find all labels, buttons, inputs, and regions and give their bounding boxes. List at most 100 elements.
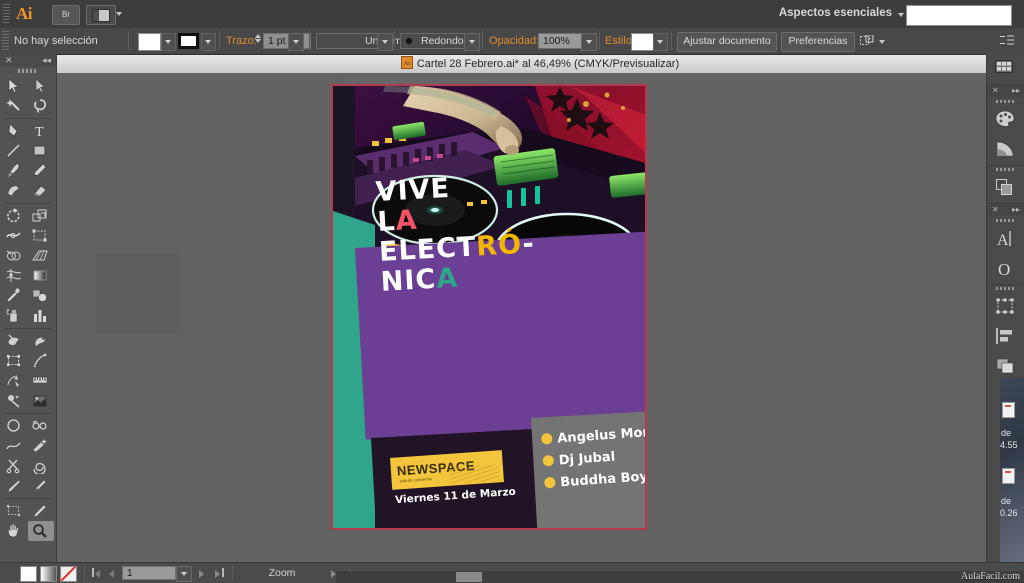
current-tool-label[interactable]: Zoom [232,567,332,579]
width-tool[interactable] [2,226,28,246]
pencil-tool[interactable] [28,161,54,181]
tools-panel-header[interactable]: ✕ ◂◂ [0,54,56,67]
transform-anchor-icon[interactable] [860,34,874,50]
measure-tool[interactable] [28,371,54,391]
line-segment-tool[interactable] [2,141,28,161]
scale-tool[interactable] [28,206,54,226]
knife-tool[interactable] [2,476,28,496]
collapse-icon[interactable]: ◂◂ [42,56,51,65]
fit-document-button[interactable]: Ajustar documento [677,32,777,52]
scissors-tool[interactable] [2,456,28,476]
magic-wand-tool[interactable] [2,96,28,116]
document-tab[interactable]: Cartel 28 Febrero.ai* al 46,49% (CMYK/Pr… [56,55,1024,73]
control-panel-menu-icon[interactable] [1000,35,1014,49]
color-panel-header[interactable]: ✕ ▸▸ [987,85,1024,97]
transparency-panel[interactable] [987,173,1024,203]
glasses-tool[interactable] [28,416,54,436]
smooth-tool[interactable] [2,436,28,456]
gradient-indicator[interactable] [40,566,57,582]
preferences-button[interactable]: Preferencias [781,32,855,52]
next-artboard-button[interactable] [196,567,207,579]
panel-drag-dots[interactable] [996,100,1014,103]
magic-eraser-tool[interactable] [28,436,54,456]
artboard-number-field[interactable]: 1 [122,566,176,580]
panel-drag-dots[interactable] [996,287,1014,290]
transform-panel[interactable] [987,292,1024,322]
pen-tool[interactable] [2,121,28,141]
panel-drag-dots[interactable] [996,219,1014,222]
blend-tool[interactable] [28,286,54,306]
close-icon[interactable]: ✕ [992,86,999,95]
shape-builder-tool[interactable] [2,246,28,266]
style-chevron-down-icon[interactable] [653,33,668,51]
close-icon[interactable]: ✕ [992,205,999,214]
zoom-tool[interactable] [28,521,54,541]
desktop-file-icon[interactable] [1002,402,1015,418]
workspace-switcher[interactable]: Aspectos esenciales [779,7,892,19]
horizontal-scroll-thumb[interactable] [456,572,482,582]
desktop-file-icon[interactable] [1002,468,1015,484]
previous-artboard-button[interactable] [106,567,117,579]
paintbrush-tool[interactable] [2,161,28,181]
stroke-profile-chevron-down-icon[interactable] [377,33,393,51]
artboard-chevron-down-icon[interactable] [176,566,192,582]
canvas-horizontal-scrollbar[interactable] [336,571,1024,583]
graphic-style-swatch[interactable] [631,33,654,51]
align-panel[interactable] [987,322,1024,352]
arrange-documents-button[interactable] [86,5,116,25]
lasso-tool[interactable] [28,96,54,116]
column-graph-tool[interactable] [28,306,54,326]
ellipse-tool[interactable] [2,416,28,436]
spiral-tool[interactable] [28,456,54,476]
tools-panel-drag-dots[interactable] [18,69,38,73]
fill-color-swatch[interactable] [138,33,161,51]
perspective-selection-tool[interactable] [2,371,28,391]
close-icon[interactable]: ✕ [5,56,13,65]
live-paint-selection-tool[interactable] [28,331,54,351]
collapse-icon[interactable]: ▸▸ [1012,205,1020,214]
symbol-shifter-tool[interactable] [2,391,28,411]
color-panel[interactable] [987,105,1024,135]
stroke-color-swatch[interactable] [178,33,199,49]
opacity-chevron-down-icon[interactable] [581,33,597,51]
paragraph-panel[interactable]: O [987,254,1024,284]
character-panel[interactable]: A [987,224,1024,254]
blob-brush-tool[interactable] [2,181,28,201]
collapse-icon[interactable]: ▸▸ [1012,86,1020,95]
color-guide-panel[interactable] [987,135,1024,165]
slice-tool[interactable] [28,351,54,371]
artboard-tool[interactable] [2,351,28,371]
rectangle-tool[interactable] [28,141,54,161]
transform-chevron-down-icon[interactable] [879,40,885,44]
selection-tool[interactable] [2,76,28,96]
reshape-tool[interactable] [28,476,54,496]
perspective-grid-tool[interactable] [28,246,54,266]
live-paint-bucket-tool[interactable] [2,331,28,351]
fill-chevron-down-icon[interactable] [161,33,176,51]
artboard[interactable]: VIVE LA ELECTRÓ- NICA NEWSPACE sala de c… [331,84,647,530]
type-tool[interactable]: T [28,121,54,141]
menubar-grip[interactable] [3,4,10,24]
crop-tool[interactable] [2,501,28,521]
direct-selection-tool[interactable] [28,76,54,96]
panel-drag-dots[interactable] [996,168,1014,171]
stroke-chevron-down-icon[interactable] [201,33,216,51]
blend-path-tool[interactable] [28,501,54,521]
control-bar-grip[interactable] [2,31,9,51]
eraser-tool[interactable] [28,181,54,201]
fill-indicator[interactable] [20,566,37,582]
search-input[interactable] [906,5,1012,26]
mesh-tool[interactable] [2,266,28,286]
bridge-button[interactable]: Br [52,5,80,25]
free-transform-tool[interactable] [28,226,54,246]
eyedropper-tool[interactable] [2,286,28,306]
stroke-weight-stepper[interactable] [253,33,262,49]
swatches-panel[interactable] [987,54,1024,84]
gradient-tool[interactable] [28,266,54,286]
stroke-weight-chevron-down-icon[interactable] [288,33,304,51]
rotate-tool[interactable] [2,206,28,226]
none-indicator[interactable] [60,566,77,582]
type-panel-header[interactable]: ✕ ▸▸ [987,204,1024,216]
workspace-chevron-down-icon[interactable] [898,13,904,17]
image-trace-tool[interactable] [28,391,54,411]
